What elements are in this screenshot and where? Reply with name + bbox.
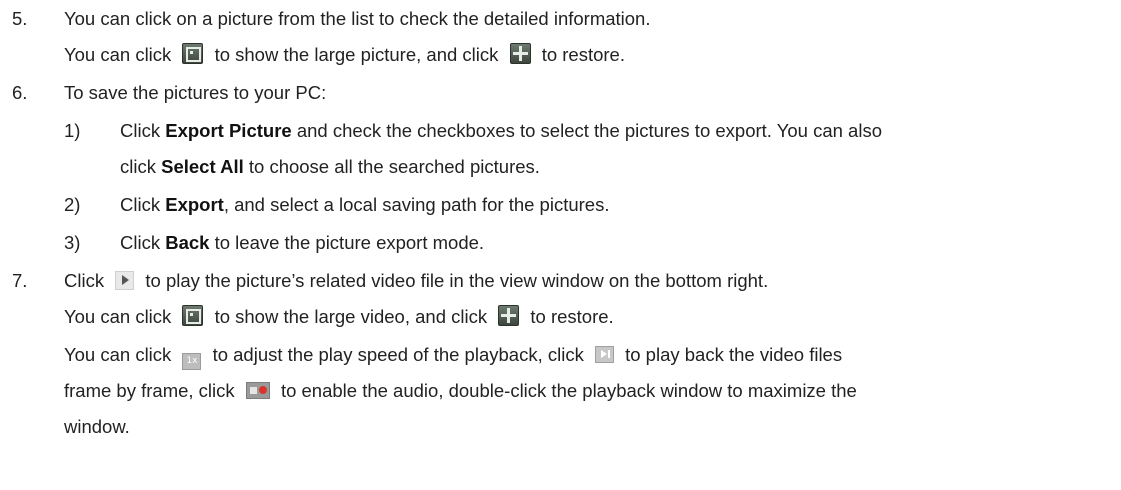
text: Click xyxy=(120,194,161,215)
text: You can click xyxy=(64,44,172,65)
text: to leave the picture export mode. xyxy=(214,232,485,253)
substep-2-line: Click Export, and select a local saving … xyxy=(120,188,609,222)
text: click xyxy=(120,156,156,177)
text: to show the large picture, and click xyxy=(214,44,499,65)
step-5-line-2: You can click to show the large picture,… xyxy=(64,38,625,72)
step-7-line-4: frame by frame, click to enable the audi… xyxy=(64,374,857,408)
substep-1-line-1: Click Export Picture and check the check… xyxy=(120,114,882,148)
text: to play back the video files xyxy=(625,344,843,365)
text: to play the picture’s related video file… xyxy=(145,270,769,291)
text: to adjust the play speed of the playback… xyxy=(212,344,584,365)
step-number: 6. xyxy=(12,82,28,103)
substep-1-line-2: click Select All to choose all the searc… xyxy=(120,150,540,184)
ui-term: Export Picture xyxy=(165,120,292,141)
substep-3-line: Click Back to leave the picture export m… xyxy=(120,226,484,260)
audio-icon xyxy=(245,382,270,399)
step-7-line-3: You can click 1x to adjust the play spee… xyxy=(64,338,842,372)
ui-term: Select All xyxy=(161,156,244,177)
text: frame by frame, click xyxy=(64,380,235,401)
restore-icon xyxy=(509,43,531,64)
step-7-line-1: Click to play the picture’s related vide… xyxy=(64,264,768,298)
text: to enable the audio, double-click the pl… xyxy=(280,380,857,401)
ui-term: Export xyxy=(165,194,224,215)
ui-term: Back xyxy=(165,232,210,253)
step-6-intro: To save the pictures to your PC: xyxy=(64,82,327,103)
substep-number: 3) xyxy=(64,232,81,253)
frame-by-frame-icon xyxy=(594,346,614,363)
play-speed-icon: 1x xyxy=(182,353,202,370)
text: Click xyxy=(120,120,161,141)
fullscreen-icon xyxy=(182,305,204,326)
text: You can click xyxy=(64,344,172,365)
substep-number: 2) xyxy=(64,194,81,215)
restore-icon xyxy=(498,305,520,326)
text: to restore. xyxy=(530,306,614,327)
substep-number: 1) xyxy=(64,120,81,141)
text: , and select a local saving path for the… xyxy=(223,194,610,215)
text: You can click xyxy=(64,306,172,327)
play-icon xyxy=(115,271,135,290)
text: Click xyxy=(120,232,161,253)
step-7-line-5: window. xyxy=(64,416,130,437)
text: and check the checkboxes to select the p… xyxy=(296,120,882,141)
step-number: 7. xyxy=(12,270,28,291)
text: to restore. xyxy=(541,44,625,65)
step-number: 5. xyxy=(12,8,28,29)
step-7-line-2: You can click to show the large video, a… xyxy=(64,300,614,334)
step-5-line-1: You can click on a picture from the list… xyxy=(64,8,651,29)
text: Click xyxy=(64,270,105,291)
text: to show the large video, and click xyxy=(214,306,488,327)
text: to choose all the searched pictures. xyxy=(248,156,540,177)
fullscreen-icon xyxy=(182,43,204,64)
